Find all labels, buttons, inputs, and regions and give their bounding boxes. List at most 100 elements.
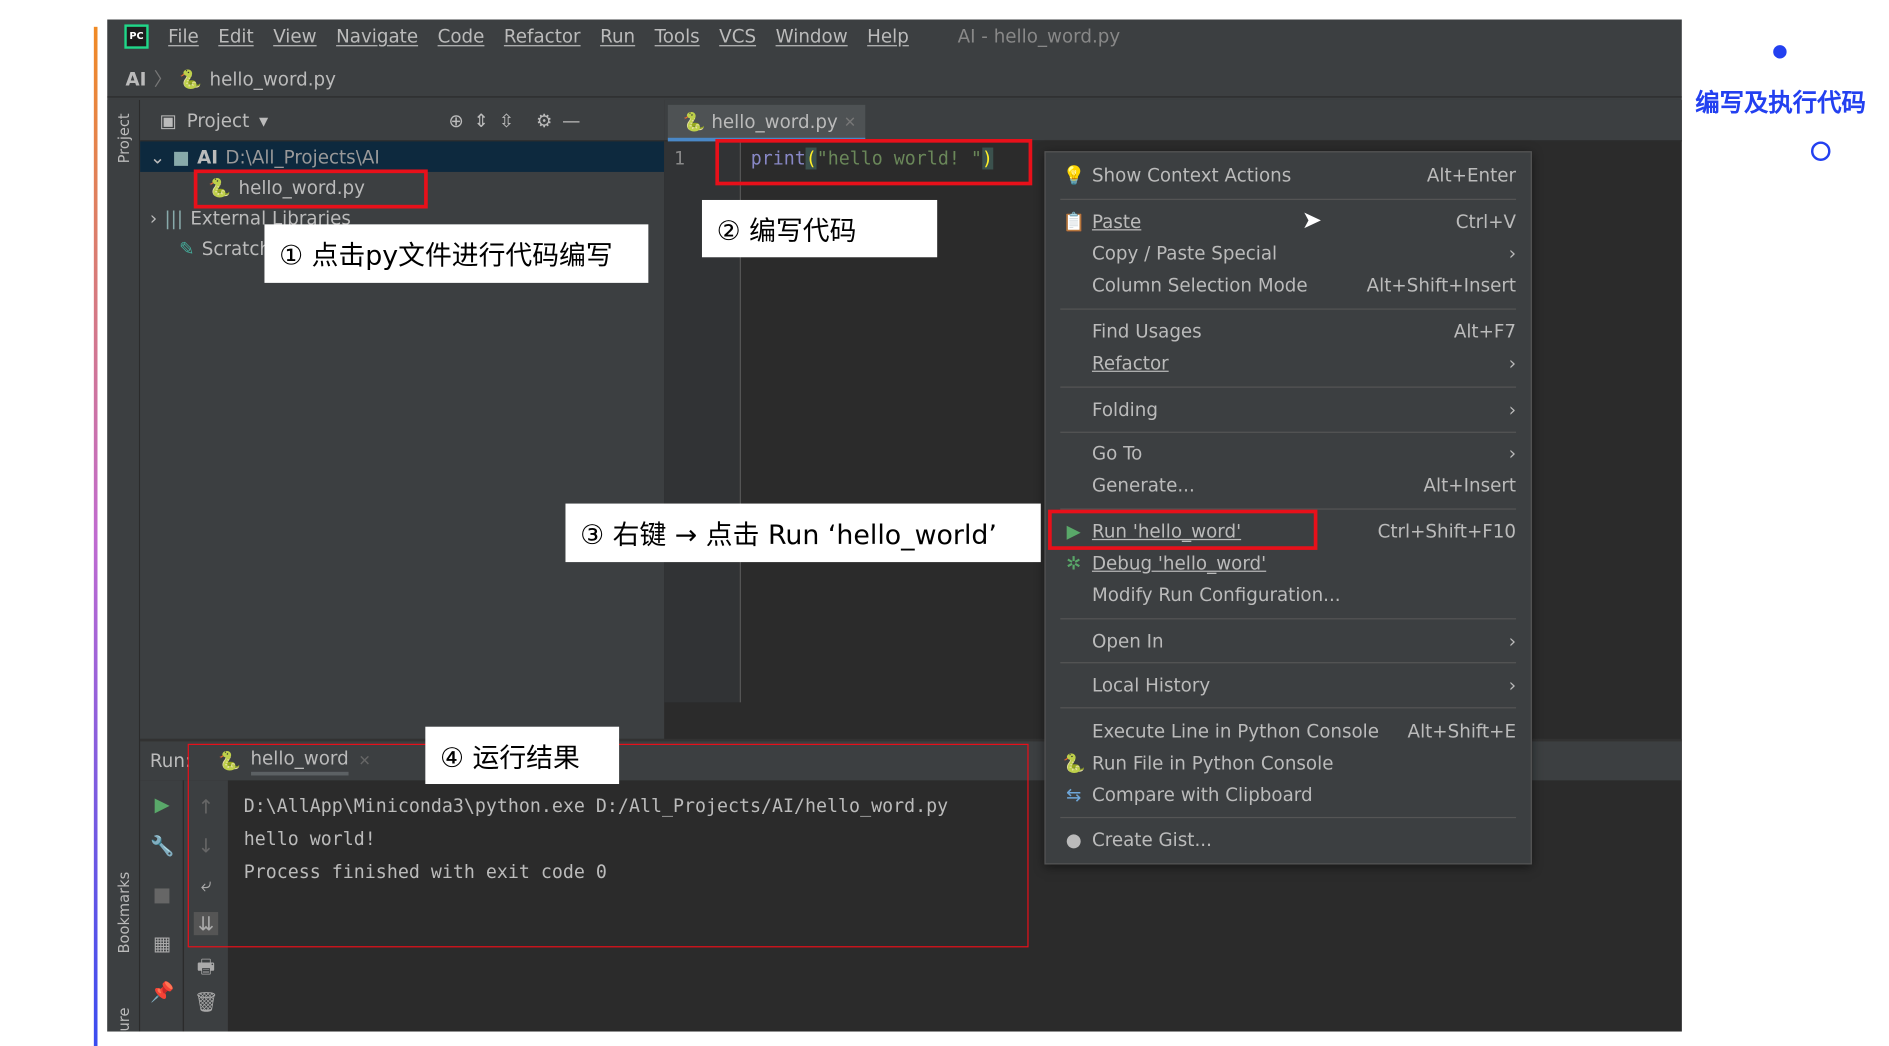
shortcut: Alt+Shift+E — [1407, 720, 1517, 743]
menu-item-find-usages[interactable]: Find Usages Alt+F7 — [1046, 316, 1531, 348]
menu-item-refactor[interactable]: Refactor › — [1046, 348, 1531, 380]
callout-step2: ② 编写代码 — [701, 199, 938, 258]
menu-item-folding[interactable]: Folding › — [1046, 394, 1531, 426]
python-icon: 🐍 — [1062, 752, 1086, 775]
line-number: 1 — [673, 147, 685, 170]
menu-item-generate[interactable]: Generate... Alt+Insert — [1046, 469, 1531, 501]
expand-all-icon[interactable]: ⇕ — [474, 109, 489, 131]
accent-line — [93, 26, 98, 1046]
python-file-icon: 🐍 — [179, 67, 203, 90]
menu-view[interactable]: View — [273, 26, 316, 48]
menu-file[interactable]: File — [168, 26, 199, 48]
menu-code[interactable]: Code — [438, 26, 485, 48]
bulb-icon: 💡 — [1062, 164, 1086, 187]
chevron-right-icon: › — [1508, 242, 1517, 265]
chevron-right-icon: › — [1508, 674, 1517, 697]
shortcut: Ctrl+V — [1455, 210, 1517, 233]
context-menu: 💡 Show Context Actions Alt+Enter 📋 Paste Ctr… — [1044, 151, 1532, 865]
separator — [1060, 198, 1517, 200]
menu-navigate[interactable]: Navigate — [336, 26, 418, 48]
menu-window[interactable]: Window — [776, 26, 848, 48]
shortcut: Ctrl+Shift+F10 — [1377, 520, 1517, 543]
breadcrumb-file[interactable]: hello_word.py — [210, 68, 336, 90]
left-tool-strip: Project Bookmarks ure — [107, 99, 141, 1032]
mouse-cursor-icon: ➤ — [1301, 204, 1323, 235]
menu-item-label: Copy / Paste Special — [1091, 242, 1278, 265]
project-view-dropdown[interactable]: Project — [187, 109, 250, 131]
menu-bar: PC File Edit View Navigate Code Refactor… — [107, 20, 1682, 54]
layout-icon[interactable]: ▦ — [150, 932, 174, 955]
bookmarks-tool-button[interactable]: Bookmarks — [116, 872, 133, 954]
print-icon[interactable]: 🖶 — [194, 953, 218, 986]
circle-icon — [1810, 141, 1831, 161]
menu-item-create-gist[interactable]: ● Create Gist... — [1046, 824, 1531, 856]
run-label: Run: — [149, 749, 192, 772]
editor-tab-hello-word[interactable]: 🐍 hello_word.py ✕ — [667, 104, 866, 142]
shortcut: Alt+Enter — [1426, 164, 1517, 187]
menu-item-modify-run-config[interactable]: Modify Run Configuration... — [1046, 579, 1531, 611]
menu-refactor[interactable]: Refactor — [504, 26, 581, 48]
breadcrumb-project[interactable]: AI — [126, 68, 147, 90]
stop-icon[interactable]: ■ — [150, 883, 174, 906]
menu-item-run-file-console[interactable]: 🐍 Run File in Python Console — [1046, 747, 1531, 779]
wrench-icon[interactable]: 🔧 — [150, 834, 174, 857]
menu-item-show-context-actions[interactable]: 💡 Show Context Actions Alt+Enter — [1046, 160, 1531, 192]
menu-help[interactable]: Help — [867, 26, 909, 48]
menu-item-go-to[interactable]: Go To › — [1046, 438, 1531, 470]
close-icon[interactable]: ✕ — [844, 113, 856, 130]
menu-item-label: Run File in Python Console — [1091, 752, 1334, 775]
separator — [1060, 816, 1517, 819]
menu-item-local-history[interactable]: Local History › — [1046, 669, 1531, 701]
navigation-bar: AI 〉 🐍 hello_word.py — [107, 61, 1682, 98]
menu-item-label: Find Usages — [1091, 320, 1202, 343]
menu-item-label: Modify Run Configuration... — [1091, 584, 1341, 606]
root-name: AI — [197, 145, 219, 168]
menu-edit[interactable]: Edit — [218, 26, 253, 48]
chevron-right-icon: › — [1508, 442, 1517, 465]
slide-title: 编写及执行代码 — [1695, 87, 1866, 118]
tree-root-ai[interactable]: ⌄ ■ AI D:\All_Projects\AI — [140, 141, 665, 172]
trash-icon[interactable]: 🗑 — [194, 990, 219, 1013]
breadcrumb-separator-icon: 〉 — [153, 68, 173, 91]
pycharm-logo-icon: PC — [124, 24, 149, 49]
menu-item-open-in[interactable]: Open In › — [1046, 626, 1531, 658]
github-icon: ● — [1065, 829, 1082, 852]
project-panel-header: ▣ Project ▾ ⊕ ⇕ ⇳ ⚙ — — [140, 100, 665, 142]
menu-item-label: Compare with Clipboard — [1091, 784, 1313, 806]
collapse-all-icon[interactable]: ⇳ — [499, 109, 514, 131]
locate-icon[interactable]: ⊕ — [449, 109, 464, 131]
minimize-icon[interactable]: — — [562, 109, 580, 131]
callout-step1: ① 点击py文件进行代码编写 — [264, 224, 649, 283]
run-toolbar: ▶ 🔧 ■ ▦ 📌 — [140, 780, 183, 1032]
highlight-code — [715, 139, 1033, 186]
chevron-right-icon: › — [1508, 630, 1517, 653]
menu-item-execute-line[interactable]: Execute Line in Python Console Alt+Shift+… — [1046, 716, 1531, 748]
editor-tab-bar: 🐍 hello_word.py ✕ — [664, 99, 1682, 142]
chevron-down-icon[interactable]: ▾ — [259, 109, 268, 131]
menu-item-copy-paste-special[interactable]: Copy / Paste Special › — [1046, 238, 1531, 270]
rerun-icon[interactable]: ▶ — [150, 793, 174, 816]
menu-item-paste[interactable]: 📋 Paste Ctrl+V — [1046, 206, 1531, 238]
menu-item-label: Go To — [1091, 442, 1143, 465]
menu-tools[interactable]: Tools — [655, 26, 700, 48]
menu-item-label: Folding — [1091, 398, 1158, 421]
project-tool-button[interactable]: Project — [116, 113, 133, 163]
separator — [1060, 662, 1517, 664]
menu-item-label: Paste — [1091, 210, 1142, 233]
menu-vcs[interactable]: VCS — [719, 26, 756, 48]
menu-run[interactable]: Run — [600, 26, 635, 48]
menu-item-label: Create Gist... — [1091, 829, 1212, 852]
menu-item-compare-clipboard[interactable]: ⇆ Compare with Clipboard — [1046, 779, 1531, 811]
menu-item-column-selection[interactable]: Column Selection Mode Alt+Shift+Insert — [1046, 269, 1531, 301]
menu-item-debug-hello-word[interactable]: ✲ Debug 'hello_word' — [1046, 547, 1531, 579]
gear-icon[interactable]: ⚙ — [536, 109, 552, 131]
menu-item-label: Open In — [1091, 630, 1164, 653]
tab-label: hello_word.py — [711, 110, 838, 133]
structure-tool-button[interactable]: ure — [116, 1008, 133, 1032]
pin-icon[interactable]: 📌 — [150, 980, 174, 1003]
menu-item-label: Generate... — [1091, 474, 1195, 497]
highlight-file — [193, 169, 428, 209]
project-view-icon: ▣ — [159, 109, 177, 132]
folder-icon: ■ — [172, 145, 190, 168]
clipboard-icon: 📋 — [1062, 210, 1086, 233]
